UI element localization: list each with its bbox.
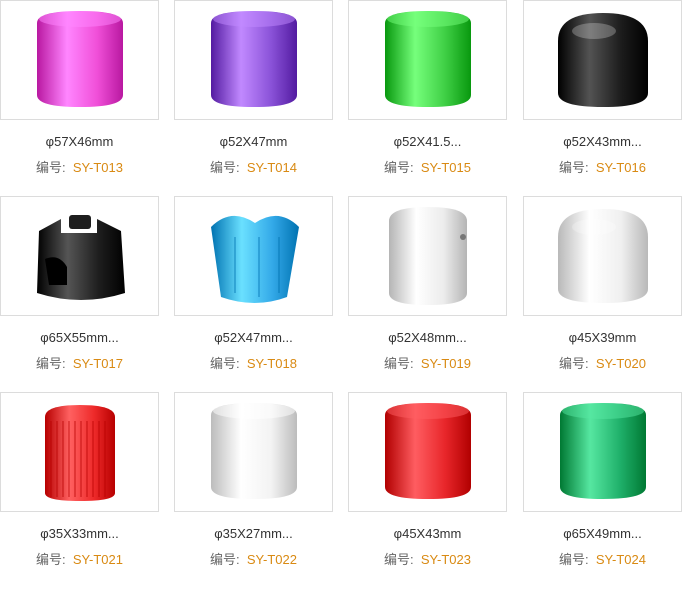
product-code-link[interactable]: SY-T017 bbox=[73, 356, 123, 371]
product-card: φ52X47mm... 编号: SY-T018 bbox=[174, 196, 349, 386]
product-code-row: 编号: SY-T013 bbox=[0, 157, 159, 176]
product-title-link[interactable]: φ45X39mm bbox=[523, 330, 682, 345]
bottle-cap-image bbox=[37, 11, 123, 107]
product-title-link[interactable]: φ52X48mm... bbox=[348, 330, 507, 345]
product-code-link[interactable]: SY-T018 bbox=[247, 356, 297, 371]
product-code-row: 编号: SY-T015 bbox=[348, 157, 507, 176]
product-code-link[interactable]: SY-T015 bbox=[421, 160, 471, 175]
product-card: φ35X27mm... 编号: SY-T022 bbox=[174, 392, 349, 582]
product-code-row: 编号: SY-T014 bbox=[174, 157, 333, 176]
product-code-link[interactable]: SY-T014 bbox=[247, 160, 297, 175]
product-code-row: 编号: SY-T023 bbox=[348, 549, 507, 568]
code-spacer bbox=[414, 160, 421, 175]
bottle-cap-image bbox=[385, 11, 471, 107]
code-spacer bbox=[414, 552, 421, 567]
product-card: φ45X43mm 编号: SY-T023 bbox=[348, 392, 523, 582]
product-code-label: 编号: bbox=[36, 552, 66, 567]
product-image-link[interactable] bbox=[523, 196, 682, 316]
product-code-label: 编号: bbox=[384, 356, 414, 371]
product-title-link[interactable]: φ45X43mm bbox=[348, 526, 507, 541]
product-image-link[interactable] bbox=[348, 0, 507, 120]
code-spacer bbox=[589, 356, 596, 371]
product-grid: φ57X46mm 编号: SY-T013 φ52X47mm 编号: SY-T014 … bbox=[0, 0, 687, 590]
product-card: φ57X46mm 编号: SY-T013 bbox=[0, 0, 175, 190]
product-image-link[interactable] bbox=[174, 392, 333, 512]
product-code-label: 编号: bbox=[36, 356, 66, 371]
product-title-link[interactable]: φ65X49mm... bbox=[523, 526, 682, 541]
product-code-label: 编号: bbox=[559, 356, 589, 371]
product-image-link[interactable] bbox=[348, 196, 507, 316]
product-card: φ65X55mm... 编号: SY-T017 bbox=[0, 196, 175, 386]
product-code-row: 编号: SY-T022 bbox=[174, 549, 333, 568]
product-card: φ52X47mm 编号: SY-T014 bbox=[174, 0, 349, 190]
product-image-link[interactable] bbox=[174, 0, 333, 120]
bottle-cap-image bbox=[211, 11, 297, 107]
product-title-link[interactable]: φ52X47mm... bbox=[174, 330, 333, 345]
code-spacer bbox=[589, 160, 596, 175]
product-code-link[interactable]: SY-T020 bbox=[596, 356, 646, 371]
product-code-label: 编号: bbox=[210, 356, 240, 371]
bottle-cap-image bbox=[45, 405, 115, 501]
product-code-row: 编号: SY-T017 bbox=[0, 353, 159, 372]
bottle-cap-image bbox=[211, 215, 299, 303]
code-spacer bbox=[589, 552, 596, 567]
product-card: φ35X33mm... 编号: SY-T021 bbox=[0, 392, 175, 582]
bottle-cap-image bbox=[385, 403, 471, 499]
product-title-link[interactable]: φ65X55mm... bbox=[0, 330, 159, 345]
product-code-link[interactable]: SY-T021 bbox=[73, 552, 123, 567]
product-code-link[interactable]: SY-T013 bbox=[73, 160, 123, 175]
code-spacer bbox=[240, 552, 247, 567]
code-spacer bbox=[66, 552, 73, 567]
product-code-row: 编号: SY-T018 bbox=[174, 353, 333, 372]
code-spacer bbox=[66, 160, 73, 175]
product-card: φ52X41.5... 编号: SY-T015 bbox=[348, 0, 523, 190]
product-code-row: 编号: SY-T021 bbox=[0, 549, 159, 568]
product-code-link[interactable]: SY-T022 bbox=[247, 552, 297, 567]
bottle-cap-image bbox=[560, 403, 646, 499]
product-card: φ65X49mm... 编号: SY-T024 bbox=[523, 392, 687, 582]
product-image-link[interactable] bbox=[0, 392, 159, 512]
product-image-link[interactable] bbox=[174, 196, 333, 316]
product-title-link[interactable]: φ52X43mm... bbox=[523, 134, 682, 149]
product-card: φ45X39mm 编号: SY-T020 bbox=[523, 196, 687, 386]
product-code-row: 编号: SY-T020 bbox=[523, 353, 682, 372]
product-code-row: 编号: SY-T016 bbox=[523, 157, 682, 176]
product-title-link[interactable]: φ35X33mm... bbox=[0, 526, 159, 541]
product-code-link[interactable]: SY-T023 bbox=[421, 552, 471, 567]
bottle-cap-image bbox=[37, 215, 125, 300]
product-image-link[interactable] bbox=[523, 0, 682, 120]
product-image-link[interactable] bbox=[0, 0, 159, 120]
product-code-label: 编号: bbox=[384, 160, 414, 175]
product-code-label: 编号: bbox=[210, 160, 240, 175]
product-code-link[interactable]: SY-T019 bbox=[421, 356, 471, 371]
product-title-link[interactable]: φ57X46mm bbox=[0, 134, 159, 149]
bottle-cap-image bbox=[211, 403, 297, 499]
code-spacer bbox=[414, 356, 421, 371]
product-code-row: 编号: SY-T019 bbox=[348, 353, 507, 372]
bottle-cap-image bbox=[558, 13, 648, 107]
product-image-link[interactable] bbox=[523, 392, 682, 512]
product-title-link[interactable]: φ52X47mm bbox=[174, 134, 333, 149]
product-code-row: 编号: SY-T024 bbox=[523, 549, 682, 568]
product-code-label: 编号: bbox=[210, 552, 240, 567]
bottle-cap-image bbox=[558, 209, 648, 303]
product-code-label: 编号: bbox=[384, 552, 414, 567]
code-spacer bbox=[66, 356, 73, 371]
code-spacer bbox=[240, 356, 247, 371]
product-code-label: 编号: bbox=[36, 160, 66, 175]
product-title-link[interactable]: φ35X27mm... bbox=[174, 526, 333, 541]
product-image-link[interactable] bbox=[348, 392, 507, 512]
product-code-link[interactable]: SY-T016 bbox=[596, 160, 646, 175]
product-title-link[interactable]: φ52X41.5... bbox=[348, 134, 507, 149]
code-spacer bbox=[240, 160, 247, 175]
product-image-link[interactable] bbox=[0, 196, 159, 316]
bottle-cap-image bbox=[389, 207, 467, 305]
product-card: φ52X43mm... 编号: SY-T016 bbox=[523, 0, 687, 190]
product-card: φ52X48mm... 编号: SY-T019 bbox=[348, 196, 523, 386]
product-code-link[interactable]: SY-T024 bbox=[596, 552, 646, 567]
product-code-label: 编号: bbox=[559, 552, 589, 567]
product-code-label: 编号: bbox=[559, 160, 589, 175]
